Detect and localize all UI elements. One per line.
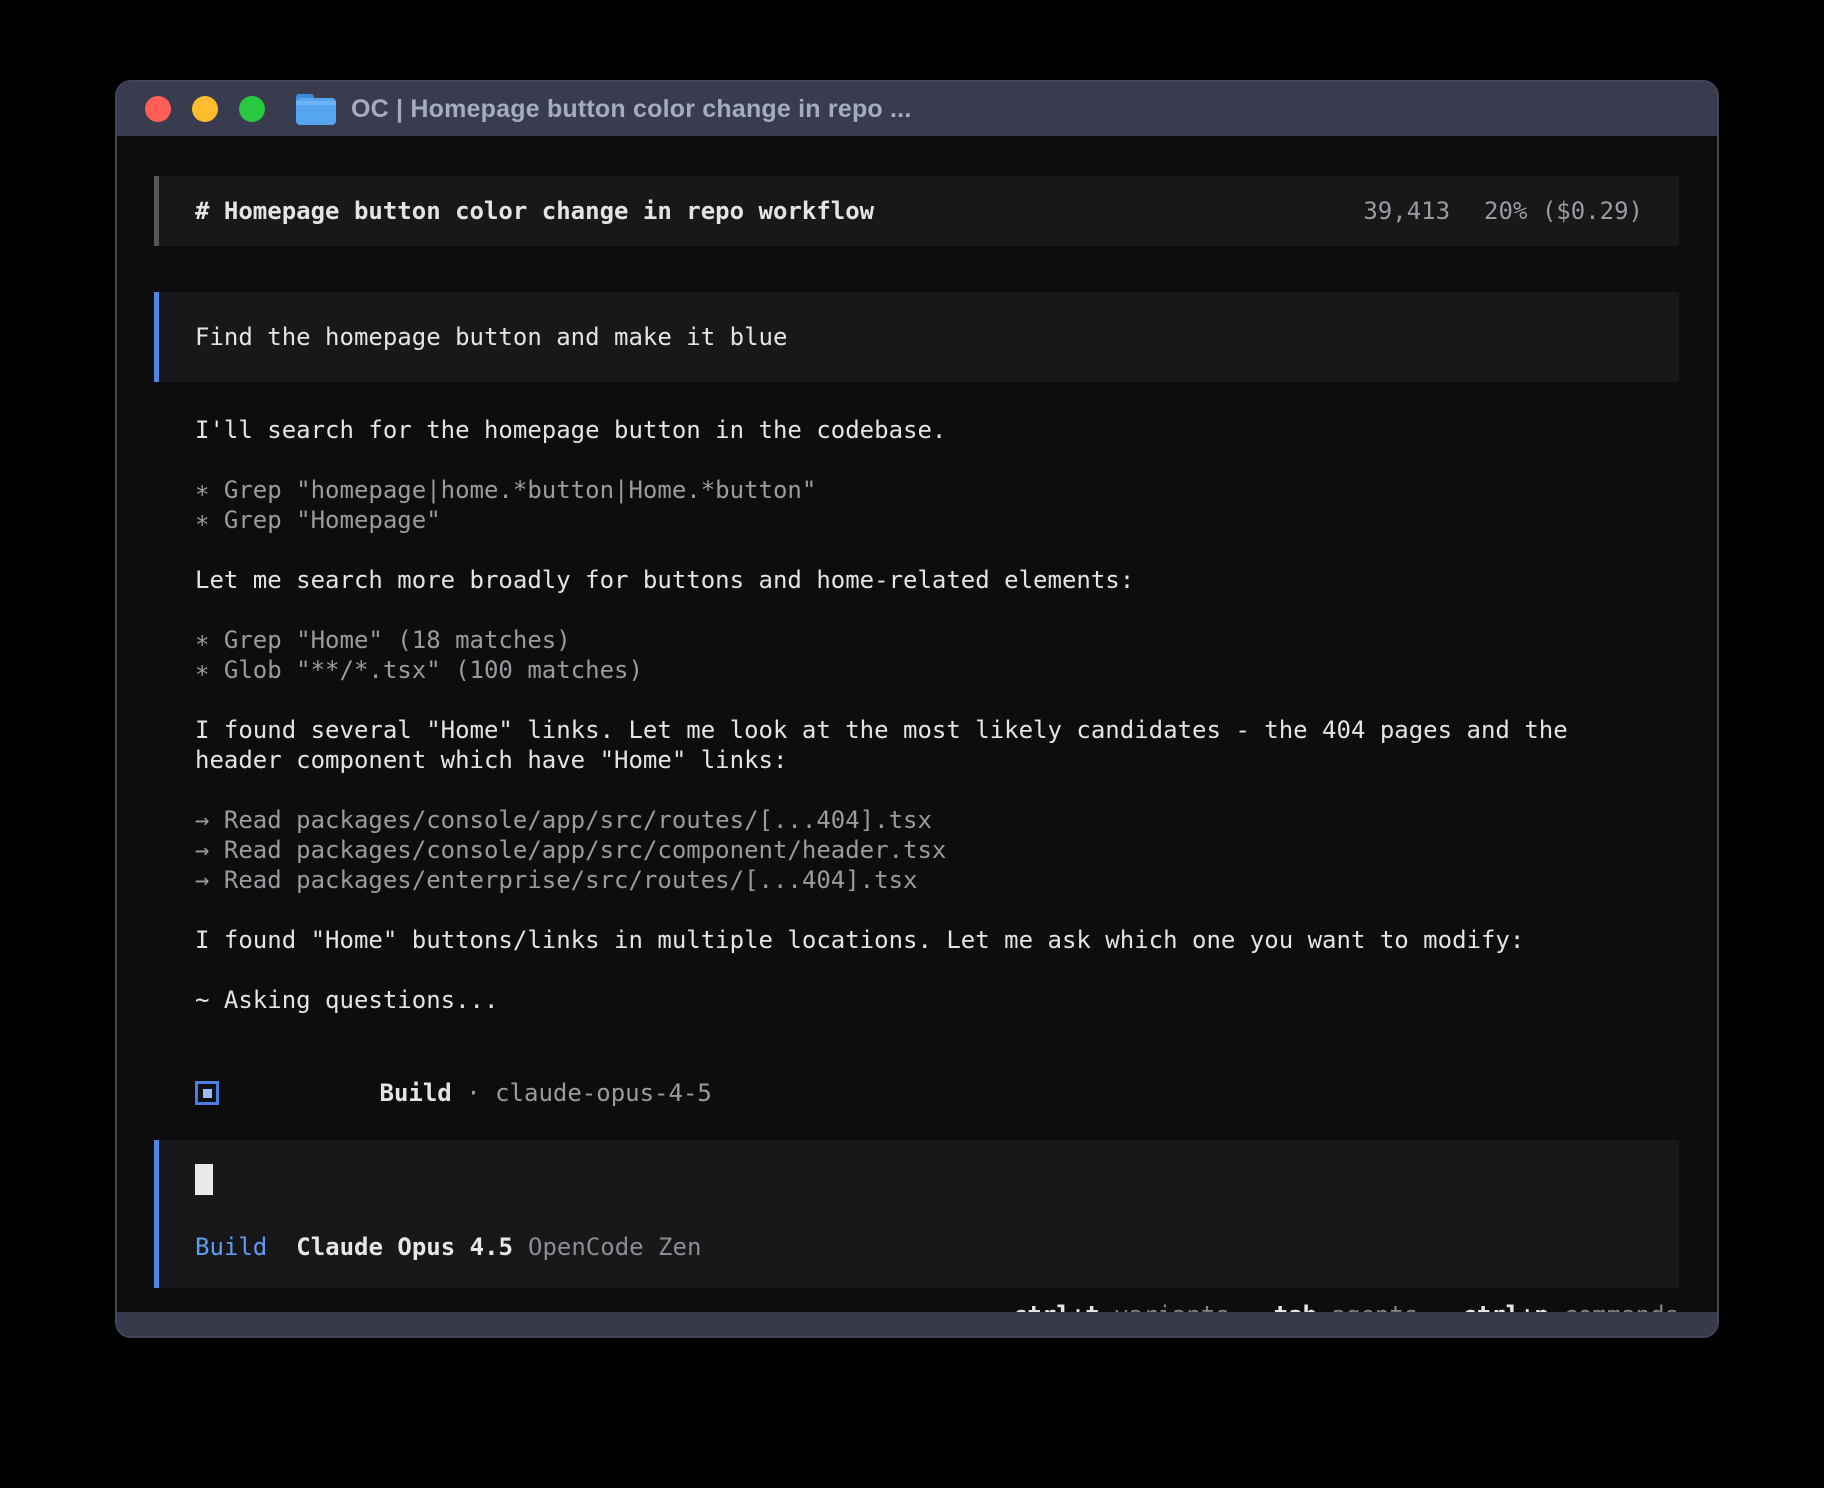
shortcut-label: variants [1100,1301,1230,1312]
folder-icon [295,92,337,126]
blank-line [195,955,1679,985]
blank-line [195,895,1679,925]
build-agent-icon [195,1081,219,1105]
tool-call-line: → Read packages/enterprise/src/routes/[.… [195,865,1679,895]
window-bottom-chrome [117,1312,1717,1336]
assistant-text-line: I'll search for the homepage button in t… [195,415,1679,445]
token-count: 39,413 [1363,196,1450,226]
blank-line [195,595,1679,625]
tool-call-line: → Read packages/console/app/src/componen… [195,835,1679,865]
shortcut-label: commands [1549,1301,1679,1312]
user-message-text: Find the homepage button and make it blu… [195,322,1643,352]
assistant-text-line: header component which have "Home" links… [195,745,1679,775]
shortcut-key: ctrl+p [1462,1301,1549,1312]
shortcut-hints: ctrl+t variants tab agents ctrl+p commands [1013,1300,1679,1312]
context-cost: 20% ($0.29) [1484,196,1643,226]
shortcut-ctrl-p: ctrl+p commands [1462,1300,1679,1312]
window-titlebar: OC | Homepage button color change in rep… [117,82,1717,136]
blank-line [195,445,1679,475]
tool-call-line: ∗ Glob "**/*.tsx" (100 matches) [195,655,1679,685]
status-bar: esc interrupt ctrl+t variantstab agentsc… [154,1300,1679,1312]
input-mode-label: Build [195,1232,267,1262]
close-button[interactable] [145,96,171,122]
blank-line [195,685,1679,715]
tool-call-line: ∗ Grep "Home" (18 matches) [195,625,1679,655]
traffic-lights [145,96,265,122]
shortcut-ctrl-t: ctrl+t variants [1013,1300,1230,1312]
assistant-text-line: Let me search more broadly for buttons a… [195,565,1679,595]
tool-call-line: ∗ Grep "Homepage" [195,505,1679,535]
terminal-content: # Homepage button color change in repo w… [117,136,1717,1312]
assistant-text-line: I found "Home" buttons/links in multiple… [195,925,1679,955]
input-model-label: Claude Opus 4.5 [296,1232,513,1262]
agent-model: claude-opus-4-5 [495,1079,712,1107]
input-provider-label: OpenCode Zen [528,1232,701,1262]
assistant-text-line: ~ Asking questions... [195,985,1679,1015]
minimize-button[interactable] [192,96,218,122]
tool-call-line: ∗ Grep "homepage|home.*button|Home.*butt… [195,475,1679,505]
assistant-conversation: I'll search for the homepage button in t… [154,415,1679,1015]
window-title: OC | Homepage button color change in rep… [351,95,911,124]
blank-line [195,535,1679,565]
shortcut-key: tab [1274,1301,1317,1312]
shortcut-label: agents [1317,1301,1418,1312]
agent-separator: · [452,1079,495,1107]
shortcut-key: ctrl+t [1013,1301,1100,1312]
blank-line [195,775,1679,805]
session-title: # Homepage button color change in repo w… [195,196,874,226]
shortcut-tab: tab agents [1274,1300,1419,1312]
terminal-window: OC | Homepage button color change in rep… [115,80,1719,1338]
zoom-button[interactable] [239,96,265,122]
text-cursor [195,1164,213,1195]
assistant-text-line: I found several "Home" links. Let me loo… [195,715,1679,745]
session-header: # Homepage button color change in repo w… [154,176,1679,246]
prompt-input[interactable]: Build Claude Opus 4.5 OpenCode Zen [154,1140,1679,1288]
tool-call-line: → Read packages/console/app/src/routes/[… [195,805,1679,835]
user-message: Find the homepage button and make it blu… [154,292,1679,382]
agent-name: Build [380,1079,452,1107]
agent-status-row: Build · claude-opus-4-5 [195,1078,1679,1108]
